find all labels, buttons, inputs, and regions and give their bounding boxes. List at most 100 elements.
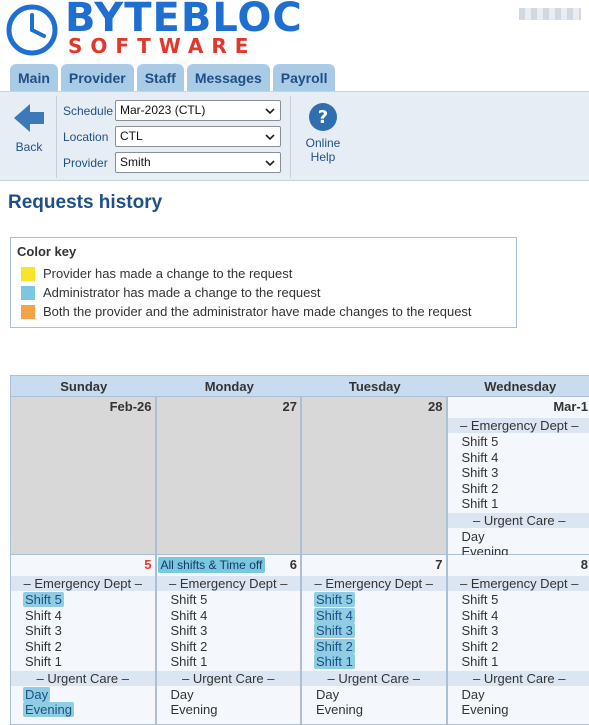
calendar-day: 27 — [156, 397, 302, 555]
shift-slot[interactable]: Shift 5 — [448, 592, 589, 608]
shift-slot[interactable]: Shift 1 — [302, 654, 446, 670]
svg-text:?: ? — [318, 107, 328, 128]
day-header: Monday — [157, 376, 303, 396]
day-header: Wednesday — [448, 376, 589, 396]
shift-slot[interactable]: Shift 3 — [11, 623, 155, 639]
shift-slot[interactable]: Shift 3 — [157, 623, 301, 639]
shift-slot[interactable]: Shift 2 — [448, 481, 589, 497]
online-help-button[interactable]: ? Online Help — [298, 102, 348, 164]
shift-slot[interactable]: Shift 2 — [302, 639, 446, 655]
shift-slot[interactable]: Shift 5 — [448, 434, 589, 450]
provider-select[interactable]: Smith — [115, 152, 281, 173]
shift-slot[interactable]: Shift 5 — [157, 592, 301, 608]
yellow-swatch — [21, 267, 35, 281]
shift-slot[interactable]: Shift 1 — [448, 654, 589, 670]
shift-slot[interactable]: Shift 5 — [302, 592, 446, 608]
help-label-2: Help — [298, 150, 348, 164]
clock-logo-icon — [6, 4, 58, 56]
tab-payroll[interactable]: Payroll — [273, 64, 336, 91]
color-key-title: Color key — [17, 244, 510, 259]
chevron-down-icon — [265, 158, 275, 168]
color-key-label: Administrator has made a change to the r… — [43, 285, 321, 300]
location-select[interactable]: CTL — [115, 126, 281, 147]
shift-slot[interactable]: Shift 2 — [157, 639, 301, 655]
shift-slot[interactable]: Shift 4 — [302, 608, 446, 624]
shift-slot[interactable]: Shift 2 — [448, 639, 589, 655]
day-number: Mar-1 — [448, 397, 589, 417]
help-label-1: Online — [298, 136, 348, 150]
shift-slot[interactable]: Shift 3 — [448, 465, 589, 481]
shift-slot[interactable]: Evening — [448, 702, 589, 718]
section-header: – Emergency Dept – — [448, 576, 589, 591]
calendar-day: Feb-26 — [10, 397, 156, 555]
color-key: Color key Provider has made a change to … — [10, 237, 517, 328]
tab-messages[interactable]: Messages — [187, 64, 270, 91]
shift-slot[interactable]: Shift 4 — [157, 608, 301, 624]
shift-slot[interactable]: Shift 1 — [448, 496, 589, 512]
provider-label: Provider — [63, 156, 115, 170]
shift-slot[interactable]: Evening — [157, 702, 301, 718]
location-row: Location CTL — [63, 126, 281, 147]
calendar-day: 28 — [301, 397, 447, 555]
header: BYTEBLOC SOFTWARE — [0, 0, 589, 60]
shift-slot[interactable]: Day — [157, 687, 301, 703]
location-label: Location — [63, 130, 115, 144]
section-header: – Urgent Care – — [448, 513, 589, 528]
section-header: – Emergency Dept – — [448, 418, 589, 433]
schedule-select[interactable]: Mar-2023 (CTL) — [115, 100, 281, 121]
color-key-label: Provider has made a change to the reques… — [43, 266, 292, 281]
calendar-day[interactable]: 8 – Emergency Dept – Shift 5 Shift 4 Shi… — [447, 555, 589, 725]
shift-slot[interactable]: Shift 1 — [157, 654, 301, 670]
section-header: – Urgent Care – — [448, 671, 589, 686]
back-arrow-icon — [12, 102, 46, 134]
shift-slot[interactable]: Day — [448, 687, 589, 703]
shift-slot[interactable]: Shift 3 — [302, 623, 446, 639]
section-header: – Emergency Dept – — [157, 576, 301, 591]
toolbar: Back Schedule Mar-2023 (CTL) Location CT… — [0, 91, 589, 181]
shift-slot[interactable]: Shift 4 — [448, 450, 589, 466]
shift-slot[interactable]: Shift 1 — [11, 654, 155, 670]
shift-slot[interactable]: Evening — [302, 702, 446, 718]
back-button[interactable]: Back — [6, 102, 52, 154]
section-header: – Emergency Dept – — [11, 576, 155, 591]
day-number: 5 — [11, 555, 155, 575]
shift-slot[interactable]: Evening — [11, 702, 155, 718]
color-key-item: Provider has made a change to the reques… — [17, 264, 510, 283]
day-header: Tuesday — [302, 376, 448, 396]
tab-main[interactable]: Main — [10, 64, 58, 91]
calendar-day[interactable]: 5 – Emergency Dept – Shift 5 Shift 4 Shi… — [10, 555, 156, 725]
shift-slot[interactable]: Shift 3 — [448, 623, 589, 639]
logo-text-bottom: SOFTWARE — [68, 36, 256, 56]
calendar-day[interactable]: All shifts & Time off 6 – Emergency Dept… — [156, 555, 302, 725]
all-shifts-badge[interactable]: All shifts & Time off — [158, 557, 266, 573]
main-tabs: Main Provider Staff Messages Payroll — [10, 64, 335, 91]
user-name-blurred[interactable] — [519, 8, 581, 20]
tab-staff[interactable]: Staff — [137, 64, 184, 91]
schedule-row: Schedule Mar-2023 (CTL) — [63, 100, 281, 121]
shift-slot[interactable]: Day — [11, 687, 155, 703]
color-key-item: Administrator has made a change to the r… — [17, 283, 510, 302]
section-header: – Urgent Care – — [302, 671, 446, 686]
chevron-down-icon — [265, 106, 275, 116]
calendar-week: 5 – Emergency Dept – Shift 5 Shift 4 Shi… — [10, 555, 589, 725]
back-label: Back — [16, 140, 43, 154]
shift-slot[interactable]: Shift 5 — [11, 592, 155, 608]
page-title: Requests history — [8, 192, 162, 214]
shift-slot[interactable]: Day — [448, 529, 589, 545]
chevron-down-icon — [265, 132, 275, 142]
color-key-label: Both the provider and the administrator … — [43, 304, 472, 319]
schedule-label: Schedule — [63, 104, 115, 118]
day-number: 8 — [448, 555, 589, 575]
provider-row: Provider Smith — [63, 152, 281, 173]
help-icon: ? — [308, 102, 338, 132]
tab-provider[interactable]: Provider — [61, 64, 134, 91]
calendar-day[interactable]: Mar-1 – Emergency Dept – Shift 5 Shift 4… — [447, 397, 589, 555]
day-header: Sunday — [11, 376, 157, 396]
shift-slot[interactable]: Shift 4 — [11, 608, 155, 624]
shift-slot[interactable]: Day — [302, 687, 446, 703]
calendar-day[interactable]: 7 – Emergency Dept – Shift 5 Shift 4 Shi… — [301, 555, 447, 725]
shift-slot[interactable]: Shift 2 — [11, 639, 155, 655]
calendar: Sunday Monday Tuesday Wednesday Feb-26 2… — [10, 375, 589, 725]
location-value: CTL — [120, 129, 143, 143]
shift-slot[interactable]: Shift 4 — [448, 608, 589, 624]
